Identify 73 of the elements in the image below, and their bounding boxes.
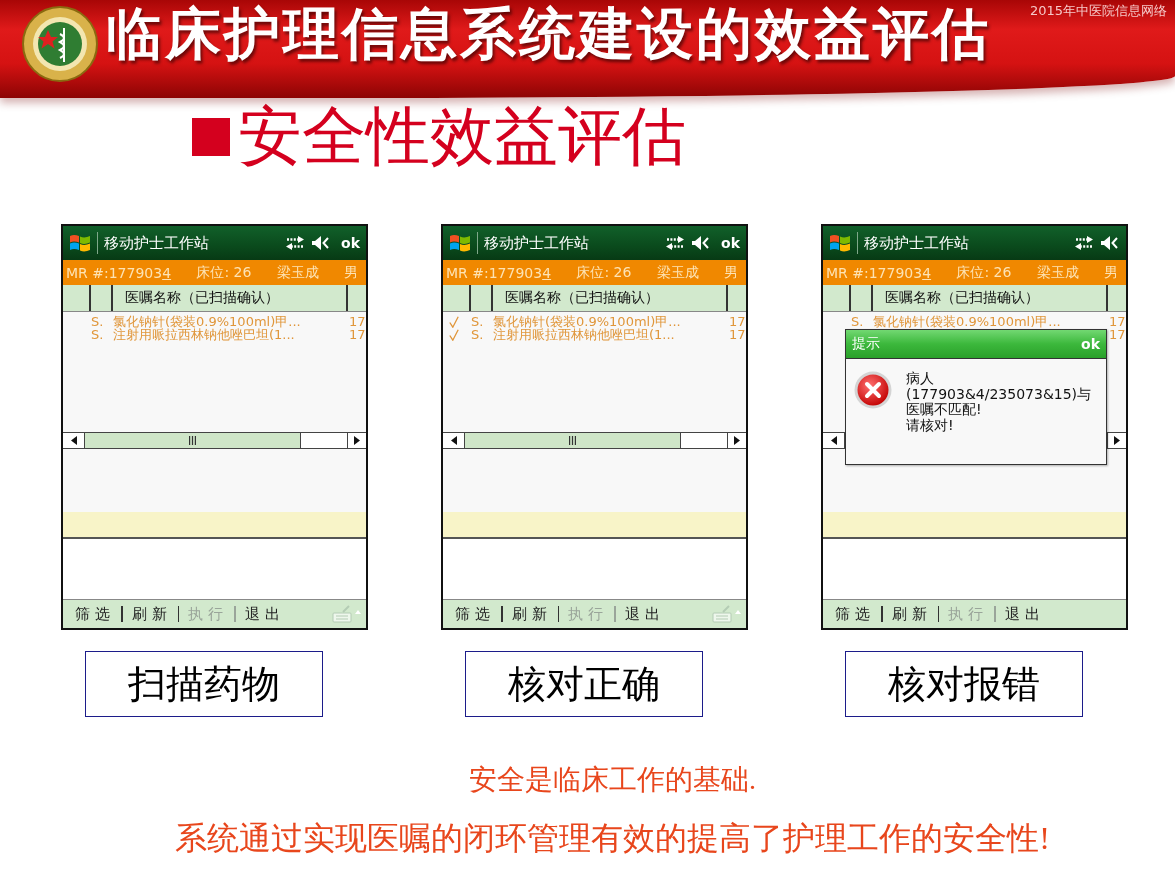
transfer-arrows-icon[interactable] <box>1074 235 1094 252</box>
menu-item[interactable]: 筛选 <box>455 604 495 624</box>
column-header[interactable]: 医嘱名称（已扫描确认） <box>493 285 726 312</box>
caption-label: 核对报错 <box>845 651 1083 718</box>
speaker-icon[interactable] <box>1100 235 1120 252</box>
menu-item[interactable]: 筛选 <box>835 604 875 624</box>
dialog-message: 病人(177903&4/235073&15)与医嘱不匹配! <box>906 371 1093 418</box>
patient-name: 梁玉成 <box>1036 263 1079 282</box>
summary-text: 安全是临床工作的基础. <box>469 763 756 797</box>
bed-number: 床位: 26 <box>196 263 252 282</box>
slide-title: 临床护理信息系统建设的效益评估 <box>106 2 991 67</box>
right-triangle-icon <box>734 436 740 446</box>
menu-item[interactable]: 刷新 <box>131 604 172 624</box>
right-triangle-icon <box>354 436 360 446</box>
dialog-title: 提示 <box>852 335 880 354</box>
ok-button[interactable]: ok <box>721 235 740 252</box>
order-value: 17 <box>1109 315 1126 329</box>
bed-number: 床位: 26 <box>956 263 1012 282</box>
transfer-arrows-icon[interactable] <box>665 235 686 252</box>
app-title: 移动护士工作站 <box>484 233 589 253</box>
order-type: S. <box>91 328 105 342</box>
order-value: 17 <box>1109 328 1126 342</box>
dialog-prompt: 请核对! <box>906 417 955 433</box>
summary-text: 系统通过实现医嘱的闭环管理有效的提高了护理工作的安全性! <box>175 819 1050 858</box>
patient-sex: 男 <box>724 263 738 282</box>
left-triangle-icon <box>70 436 77 446</box>
app-title: 移动护士工作站 <box>104 233 209 253</box>
menu-item[interactable]: 退出 <box>1004 604 1045 624</box>
order-type: S. <box>851 315 865 329</box>
bed-number: 床位: 26 <box>576 263 632 282</box>
patient-sex: 男 <box>1104 263 1118 282</box>
column-header[interactable]: 医嘱名称（已扫描确认） <box>873 285 1106 312</box>
mr-number: MR #:1779034 <box>66 264 172 281</box>
order-type: S. <box>91 315 105 329</box>
mr-number: MR #:1779034 <box>446 264 552 281</box>
menu-item[interactable]: 刷新 <box>511 604 552 624</box>
flag-icon[interactable] <box>69 233 91 254</box>
patient-sex: 男 <box>344 263 358 282</box>
order-value: 17 <box>729 315 746 329</box>
caption-label: 核对正确 <box>465 651 703 718</box>
order-type: S. <box>471 328 485 342</box>
error-icon <box>854 371 892 410</box>
menu-item[interactable]: 筛选 <box>75 604 115 624</box>
corner-text: 2015年中医院信息网络 <box>1029 2 1167 20</box>
patient-name: 梁玉成 <box>656 263 699 282</box>
speaker-icon[interactable] <box>691 235 712 252</box>
speaker-icon[interactable] <box>311 235 332 252</box>
menu-item[interactable]: 退出 <box>244 604 285 624</box>
left-triangle-icon <box>830 436 837 446</box>
transfer-arrows-icon[interactable] <box>285 235 306 252</box>
column-header[interactable]: 医嘱名称（已扫描确认） <box>113 285 346 312</box>
grip-icon <box>189 436 196 446</box>
scroll-thumb[interactable] <box>465 433 681 449</box>
menu-item[interactable]: 刷新 <box>891 604 932 624</box>
scroll-thumb[interactable] <box>85 433 301 449</box>
ok-button[interactable]: ok <box>341 235 360 252</box>
flag-icon[interactable] <box>449 233 471 254</box>
menu-item[interactable]: 退出 <box>624 604 665 624</box>
emblem-icon <box>22 4 98 84</box>
grip-icon <box>569 436 576 446</box>
section-title: 安全性效益评估 <box>238 102 686 173</box>
patient-name: 梁玉成 <box>276 263 319 282</box>
square-bullet-icon <box>192 118 230 157</box>
left-triangle-icon <box>450 436 457 446</box>
right-triangle-icon <box>1114 436 1120 446</box>
mr-number: MR #:1779034 <box>826 264 932 281</box>
caption-label: 扫描药物 <box>85 651 323 718</box>
order-value: 17 <box>349 315 366 329</box>
order-value: 17 <box>349 328 366 342</box>
order-type: S. <box>471 315 485 329</box>
flag-icon[interactable] <box>829 233 851 254</box>
app-title: 移动护士工作站 <box>864 233 969 253</box>
order-value: 17 <box>729 328 746 342</box>
